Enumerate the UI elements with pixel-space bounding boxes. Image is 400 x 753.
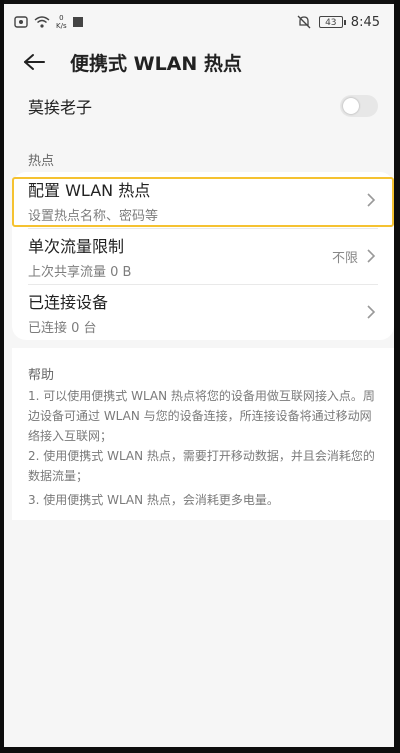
hotspot-toggle-row[interactable]: 莫挨老子	[12, 86, 394, 126]
hotspot-status-icon	[14, 16, 28, 28]
clock: 8:45	[350, 14, 380, 30]
connected-devices-item[interactable]: 已连接设备 已连接 0 台	[12, 284, 394, 340]
toggle-knob	[343, 98, 359, 114]
hotspot-toggle[interactable]	[340, 95, 378, 117]
help-label: 帮助	[28, 368, 55, 383]
back-arrow-icon	[24, 54, 45, 70]
help-card: 帮助 1. 可以使用便携式 WLAN 热点将您的设备用做互联网接入点。周边设备可…	[12, 348, 394, 520]
network-speed: 0 K/s	[56, 14, 67, 30]
help-paragraph-2: 2. 使用便携式 WLAN 热点，需要打开移动数据，并且会消耗您的数据流量；	[28, 449, 375, 483]
device-frame-right	[394, 0, 400, 753]
status-right: 43 8:45	[297, 15, 394, 30]
hotspot-settings-card: 配置 WLAN 热点 设置热点名称、密码等 单次流量限制 上次共享流量 0 B …	[12, 172, 394, 340]
traffic-limit-value-group: 不限	[332, 247, 378, 266]
hotspot-toggle-card: 莫挨老子	[12, 86, 394, 126]
notification-square-icon	[72, 17, 83, 27]
section-label-hotspot: 热点	[28, 154, 55, 169]
traffic-limit-subtitle: 上次共享流量 0 B	[28, 264, 132, 280]
screen: 0 K/s 43 8:45 便携式 WLAN 热点 莫挨老子 热点 配置 WLA…	[0, 0, 400, 753]
hotspot-name-label: 莫挨老子	[28, 98, 93, 117]
help-paragraph-1: 1. 可以使用便携式 WLAN 热点将您的设备用做互联网接入点。周边设备可通过 …	[28, 389, 375, 443]
back-button[interactable]	[18, 46, 50, 78]
mute-bell-icon	[297, 15, 311, 29]
page-title: 便携式 WLAN 热点	[70, 52, 242, 75]
chevron-right-icon	[367, 193, 376, 207]
traffic-limit-value: 不限	[331, 250, 358, 266]
traffic-limit-text: 单次流量限制 上次共享流量 0 B	[28, 233, 131, 280]
device-frame-left	[0, 0, 4, 753]
battery-icon: 43	[318, 16, 346, 28]
network-speed-unit: K/s	[56, 22, 67, 30]
traffic-limit-title: 单次流量限制	[28, 236, 125, 256]
config-wlan-hotspot-title: 配置 WLAN 热点	[28, 180, 151, 200]
network-speed-value: 0	[59, 14, 64, 22]
status-bar: 0 K/s 43 8:45	[4, 4, 394, 40]
app-header: 便携式 WLAN 热点	[4, 40, 394, 84]
connected-devices-title: 已连接设备	[28, 292, 109, 312]
connected-devices-subtitle: 已连接 0 台	[28, 320, 97, 336]
battery-level: 43	[325, 18, 337, 28]
connected-devices-text: 已连接设备 已连接 0 台	[28, 289, 108, 336]
config-wlan-hotspot-subtitle: 设置热点名称、密码等	[28, 208, 159, 224]
config-wlan-hotspot-text: 配置 WLAN 热点 设置热点名称、密码等	[28, 177, 158, 224]
status-left: 0 K/s	[4, 14, 83, 30]
wifi-icon	[34, 16, 50, 28]
chevron-right-icon	[367, 305, 376, 319]
device-frame-bottom	[0, 747, 400, 753]
config-wlan-hotspot-item[interactable]: 配置 WLAN 热点 设置热点名称、密码等	[12, 172, 394, 228]
help-paragraph-3: 3. 使用便携式 WLAN 热点，会消耗更多电量。	[28, 493, 279, 507]
chevron-right-icon	[367, 249, 376, 263]
traffic-limit-item[interactable]: 单次流量限制 上次共享流量 0 B 不限	[12, 228, 394, 284]
